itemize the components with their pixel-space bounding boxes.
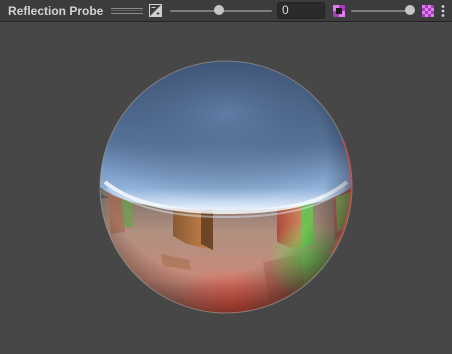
preview-toolbar: Reflection Probe 0 [0, 0, 452, 22]
kebab-menu-icon[interactable] [439, 4, 447, 18]
mip-high-icon [422, 5, 434, 17]
mip-level-slider-track[interactable] [351, 10, 412, 12]
reflection-sphere [99, 60, 353, 314]
window-title: Reflection Probe [8, 4, 104, 18]
exposure-icon [149, 4, 162, 17]
exposure-value-field[interactable]: 0 [277, 2, 325, 19]
reflection-probe-preview-window: Reflection Probe 0 [0, 0, 452, 354]
drag-grip-handle[interactable] [111, 8, 143, 14]
mip-low-icon [333, 5, 345, 17]
mip-level-slider-thumb[interactable] [405, 5, 415, 15]
exposure-slider-thumb[interactable] [214, 5, 224, 15]
probe-preview-viewport[interactable] [1, 22, 451, 353]
